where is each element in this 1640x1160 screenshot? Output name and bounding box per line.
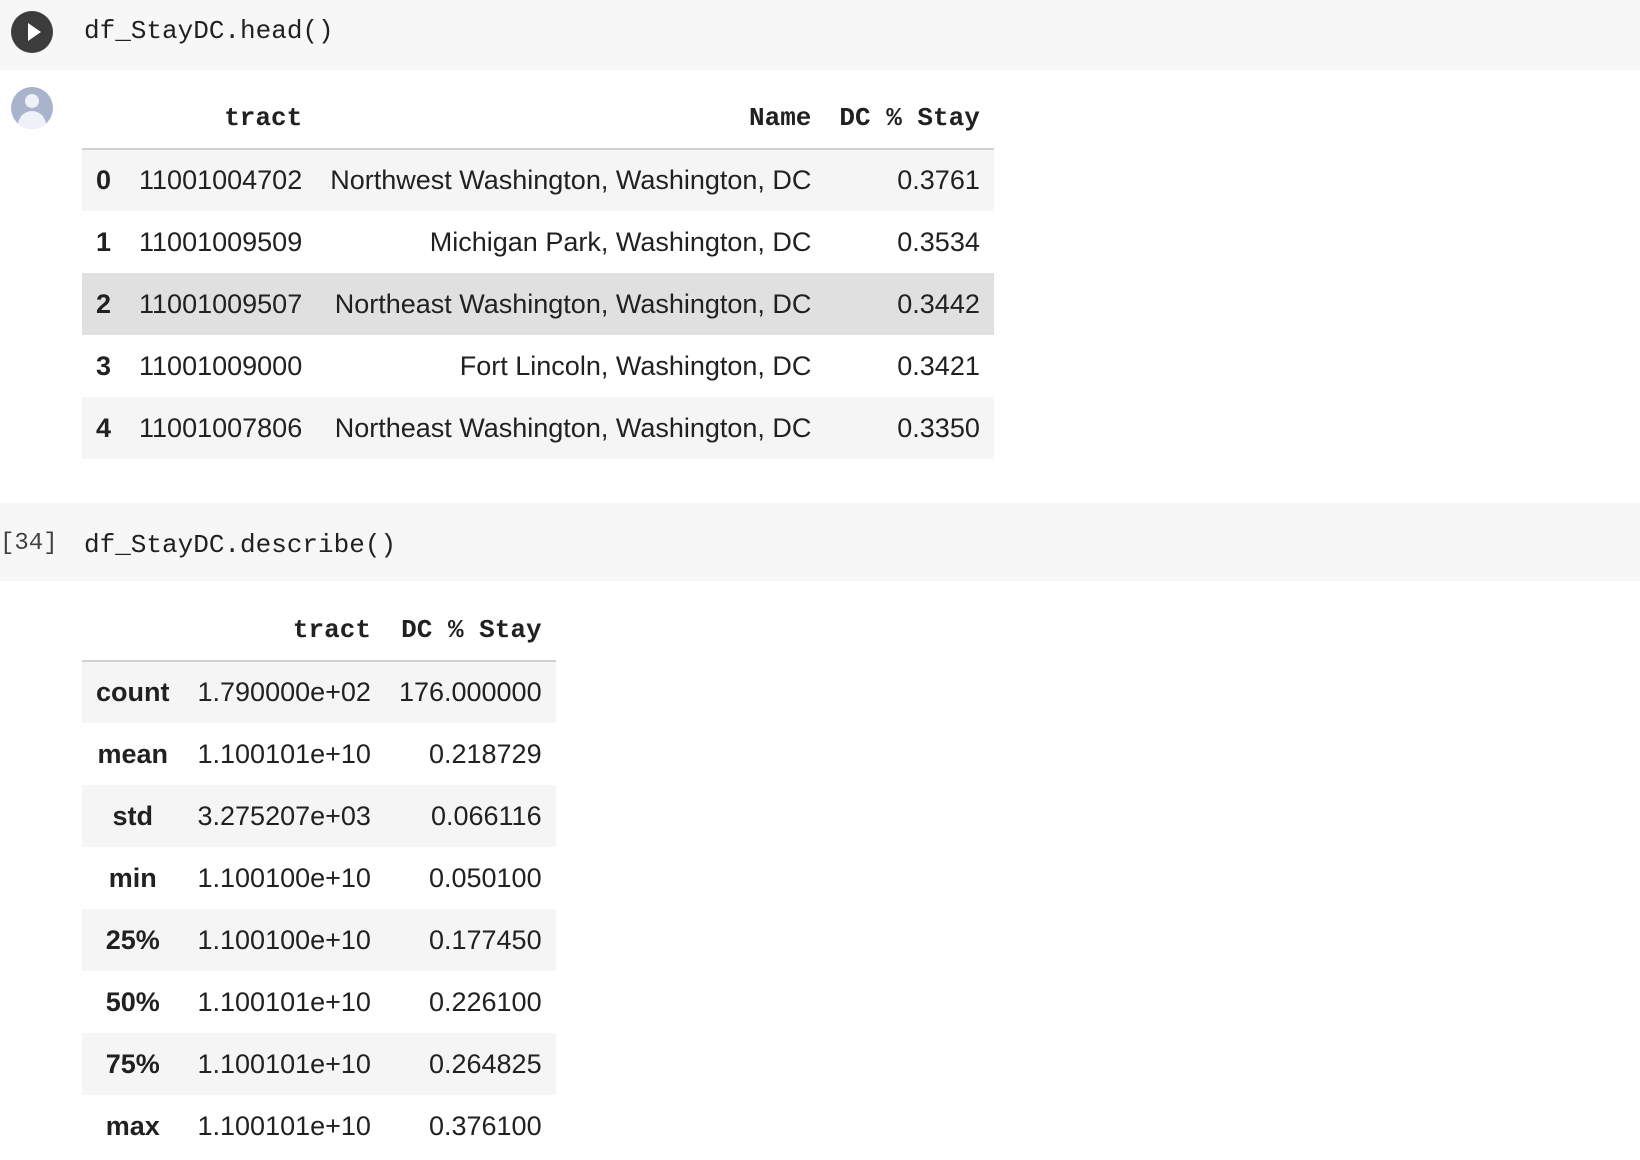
stat-label: 50%: [105, 986, 160, 1017]
cell-name: Fort Lincoln, Washington, DC: [459, 350, 812, 381]
stat-label: std: [112, 800, 154, 831]
user-avatar-icon: [11, 87, 53, 129]
cell-tract: 11001009000: [139, 350, 303, 381]
cell-name: Northeast Washington, Washington, DC: [334, 412, 812, 443]
table-row: 3 11001009000 Fort Lincoln, Washington, …: [82, 335, 994, 397]
cell-tract: 1.100101e+10: [197, 738, 371, 769]
cell-tract: 1.100101e+10: [197, 986, 371, 1017]
column-header-dc-stay: DC % Stay: [825, 88, 994, 150]
cell-tract: 1.100100e+10: [197, 862, 371, 893]
cell-dc-stay: 0.3350: [897, 412, 980, 443]
run-cell-button[interactable]: [11, 11, 53, 53]
stat-label: 75%: [105, 1048, 160, 1079]
row-index: 0: [96, 165, 112, 195]
index-header: [82, 600, 184, 662]
cell-tract: 1.100101e+10: [197, 1110, 371, 1141]
cell-dc-stay: 0.376100: [428, 1110, 542, 1141]
column-header-name: Name: [316, 88, 826, 150]
row-index: 3: [96, 350, 112, 381]
table-row: min 1.100100e+10 0.050100: [82, 847, 556, 909]
cell-tract: 1.100101e+10: [197, 1048, 371, 1079]
cell-tract: 11001009509: [139, 226, 303, 257]
table-row: 75% 1.100101e+10 0.264825: [82, 1033, 556, 1095]
table-row: 0 11001004702 Northwest Washington, Wash…: [82, 149, 994, 211]
index-header: [82, 88, 126, 150]
table-header-row: tract Name DC % Stay: [82, 88, 994, 150]
code-input[interactable]: df_StayDC.describe(): [84, 530, 396, 560]
table-row: 4 11001007806 Northeast Washington, Wash…: [82, 397, 994, 459]
cell-tract: 11001007806: [139, 412, 303, 443]
head-output-table: tract Name DC % Stay 0 11001004702 North…: [82, 88, 994, 459]
row-index: 4: [96, 412, 112, 443]
describe-output-table: tract DC % Stay count 1.790000e+02 176.0…: [82, 600, 556, 1157]
cell-dc-stay: 0.3534: [897, 226, 980, 257]
column-header-tract: tract: [125, 88, 317, 150]
stat-label: 25%: [105, 924, 160, 955]
cell-name: Michigan Park, Washington, DC: [429, 226, 812, 257]
column-header-dc-stay: DC % Stay: [384, 600, 556, 662]
table-row-hovered: 2 11001009507 Northeast Washington, Wash…: [82, 273, 994, 335]
table-row: 25% 1.100100e+10 0.177450: [82, 909, 556, 971]
cell-tract: 11001009507: [139, 288, 303, 319]
table-row: max 1.100101e+10 0.376100: [82, 1095, 556, 1157]
cell-dc-stay: 0.3421: [897, 350, 980, 381]
stat-label: mean: [97, 738, 169, 769]
table-row: count 1.790000e+02 176.000000: [82, 661, 556, 723]
cell-tract: 1.100100e+10: [197, 924, 371, 955]
code-cell-describe[interactable]: [34] df_StayDC.describe(): [0, 503, 1640, 581]
cell-tract: 11001004702: [139, 165, 303, 195]
cell-tract: 1.790000e+02: [197, 677, 371, 707]
table-row: 1 11001009509 Michigan Park, Washington,…: [82, 211, 994, 273]
cell-dc-stay: 0.226100: [428, 986, 542, 1017]
cell-dc-stay: 0.177450: [428, 924, 542, 955]
stat-label: min: [108, 862, 157, 893]
code-cell-head[interactable]: df_StayDC.head(): [0, 0, 1640, 70]
cell-dc-stay: 0.264825: [428, 1048, 542, 1079]
cell-dc-stay: 176.000000: [398, 677, 542, 707]
table-row: 50% 1.100101e+10 0.226100: [82, 971, 556, 1033]
table-header-row: tract DC % Stay: [82, 600, 556, 662]
execution-count: [34]: [0, 530, 58, 557]
cell-dc-stay: 0.3442: [897, 288, 980, 319]
table-row: std 3.275207e+03 0.066116: [82, 785, 556, 847]
cell-dc-stay: 0.050100: [428, 862, 542, 893]
cell-dc-stay: 0.3761: [897, 165, 980, 195]
stat-label: count: [96, 677, 170, 707]
code-input[interactable]: df_StayDC.head(): [84, 16, 334, 46]
row-index: 2: [96, 288, 112, 319]
cell-name: Northeast Washington, Washington, DC: [334, 288, 812, 319]
row-index: 1: [96, 226, 112, 257]
cell-name: Northwest Washington, Washington, DC: [330, 165, 812, 195]
cell-tract: 3.275207e+03: [197, 800, 371, 831]
stat-label: max: [105, 1110, 160, 1141]
column-header-tract: tract: [183, 600, 385, 662]
cell-dc-stay: 0.066116: [430, 800, 542, 831]
cell-dc-stay: 0.218729: [428, 738, 542, 769]
table-row: mean 1.100101e+10 0.218729: [82, 723, 556, 785]
